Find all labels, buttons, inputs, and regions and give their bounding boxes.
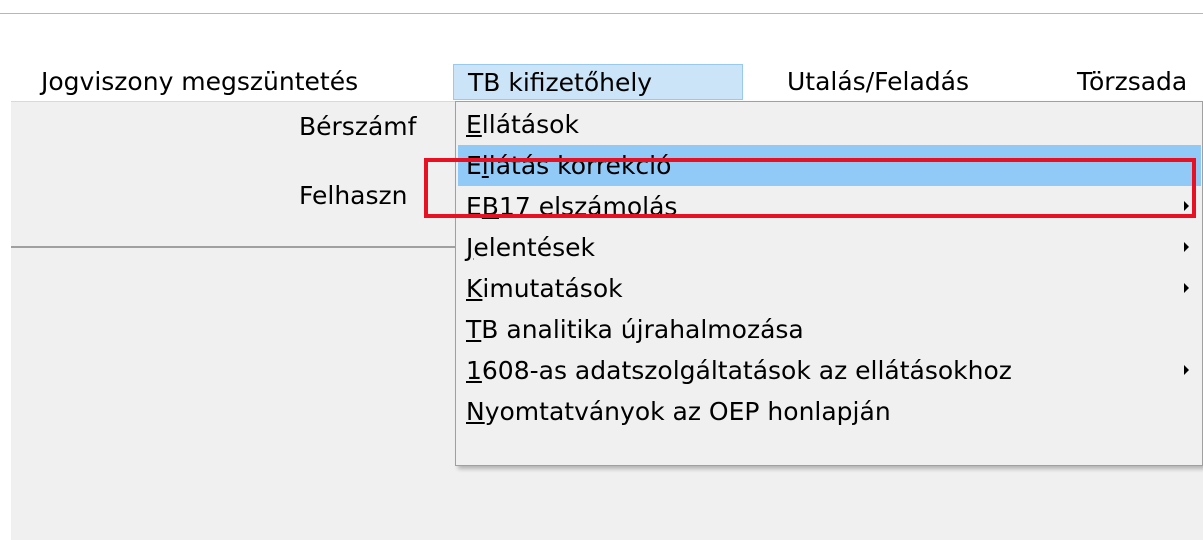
menu-item-eb17-elszamolas[interactable]: EB17 elszámolás bbox=[458, 186, 1201, 227]
menu-jogviszony-megszuntetes[interactable]: Jogviszony megszüntetés bbox=[27, 64, 372, 100]
mnemonic: E bbox=[466, 110, 482, 139]
menu-utalas-feladas[interactable]: Utalás/Feladás bbox=[773, 64, 983, 100]
mnemonic: T bbox=[466, 315, 482, 344]
submenu-arrow-icon bbox=[1184, 283, 1189, 293]
menu-item-label: 608-as adatszolgáltatások az ellátásokho… bbox=[481, 356, 1012, 385]
menu-bar: Jogviszony megszüntetés TB kifizetőhely … bbox=[11, 63, 1203, 102]
submenu-arrow-icon bbox=[1184, 365, 1189, 375]
submenu-arrow-icon bbox=[1184, 201, 1189, 211]
menu-torzsadatok[interactable]: Törzsada bbox=[1063, 64, 1201, 100]
mnemonic: N bbox=[466, 397, 485, 426]
form-label-felhasznalo: Felhaszn bbox=[299, 181, 408, 210]
menu-tb-kifizetohely[interactable]: TB kifizetőhely bbox=[453, 64, 743, 100]
menu-item-label: imutatások bbox=[482, 274, 623, 303]
menu-item-1608-adatszolgaltatasok[interactable]: 1608-as adatszolgáltatások az ellátásokh… bbox=[458, 350, 1201, 391]
menu-item-tb-analitika[interactable]: TB analitika újrahalmozása bbox=[458, 309, 1201, 350]
menu-item-label-prefix: E bbox=[466, 151, 482, 180]
menu-item-nyomtatvanyok-oep[interactable]: Nyomtatványok az OEP honlapján bbox=[458, 391, 1201, 432]
mnemonic: K bbox=[466, 274, 483, 303]
menu-item-label: B analitika újrahalmozása bbox=[481, 315, 804, 344]
menu-item-ellatas-korrekcio[interactable]: Ellátás korrekció bbox=[458, 145, 1201, 186]
mnemonic: B bbox=[481, 192, 499, 221]
submenu-arrow-icon bbox=[1184, 242, 1189, 252]
menu-item-label: yomtatványok az OEP honlapján bbox=[484, 397, 891, 426]
menu-item-label: látás korrekció bbox=[488, 151, 672, 180]
mnemonic: 1 bbox=[466, 356, 482, 385]
menu-item-label-prefix: E bbox=[466, 192, 482, 221]
mnemonic: l bbox=[481, 151, 489, 180]
menu-item-kimutatasok[interactable]: Kimutatások bbox=[458, 268, 1201, 309]
top-accent-line bbox=[0, 13, 1203, 14]
menu-item-ellatasok[interactable]: Ellátások bbox=[458, 104, 1201, 145]
separator-line bbox=[11, 246, 471, 248]
menu-item-label: elentések bbox=[473, 233, 595, 262]
menu-item-label: 17 elszámolás bbox=[498, 192, 678, 221]
menu-item-label: llátások bbox=[481, 110, 579, 139]
menu-item-jelentesek[interactable]: Jelentések bbox=[458, 227, 1201, 268]
form-label-berszamfejtes: Bérszámf bbox=[299, 112, 417, 141]
tb-kifizetohely-dropdown: Ellátások Ellátás korrekció EB17 elszámo… bbox=[455, 101, 1203, 466]
